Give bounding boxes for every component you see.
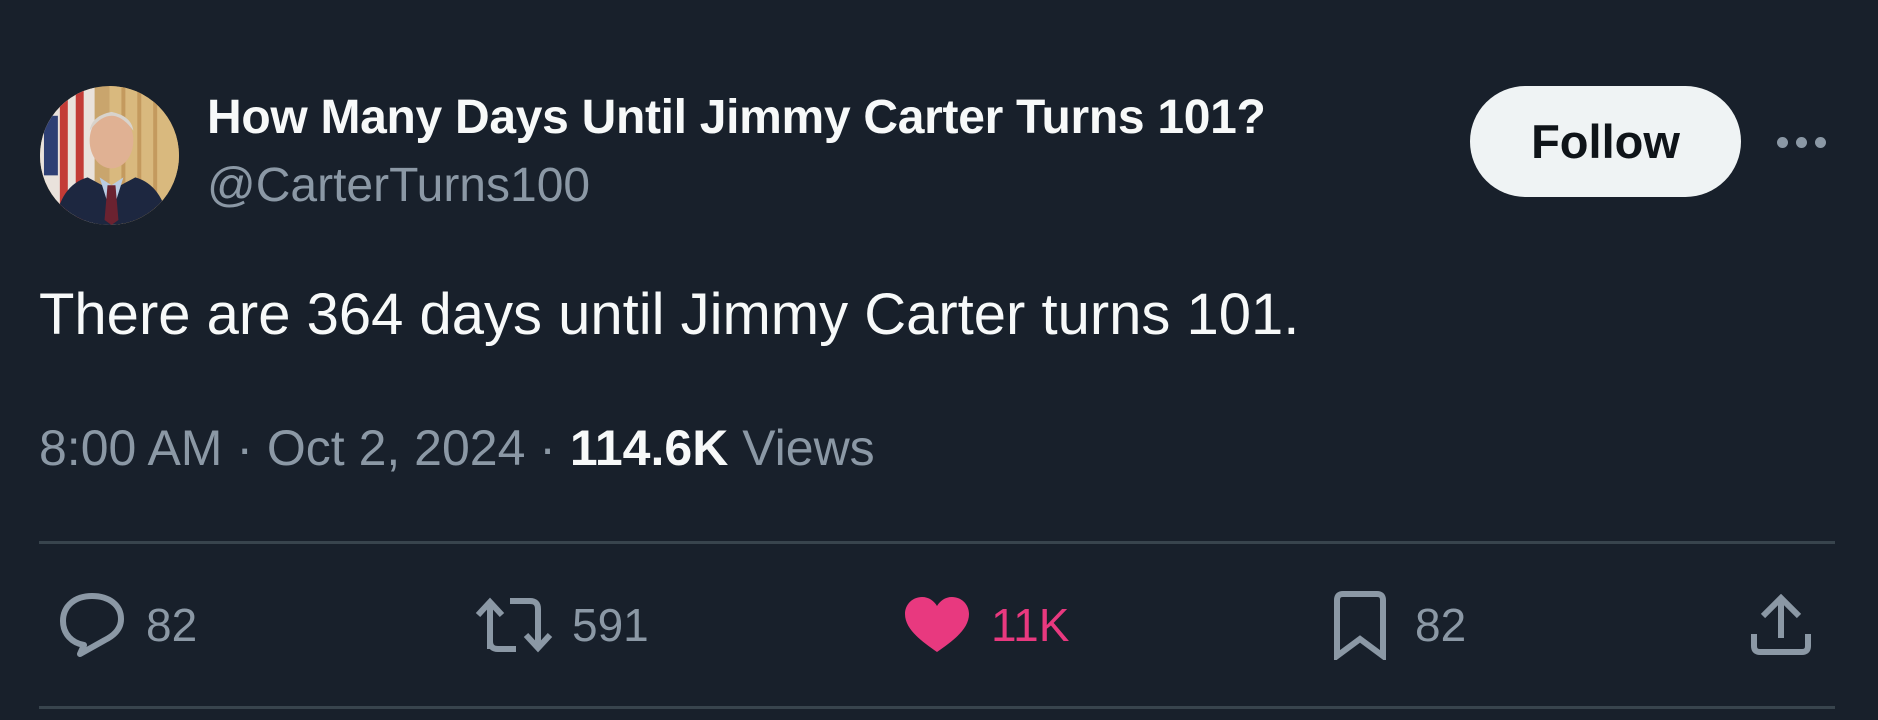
retweet-button[interactable]: 591 xyxy=(474,588,649,662)
meta-separator: · xyxy=(222,420,267,476)
author-display-name[interactable]: How Many Days Until Jimmy Carter Turns 1… xyxy=(207,90,1266,146)
divider xyxy=(39,541,1835,544)
reply-icon xyxy=(60,593,124,657)
tweet-meta: 8:00 AM · Oct 2, 2024 · 114.6K Views xyxy=(39,418,875,478)
tweet-time[interactable]: 8:00 AM xyxy=(39,420,222,476)
views-count: 114.6K xyxy=(569,420,729,476)
more-horizontal-icon xyxy=(1776,136,1826,148)
meta-separator: · xyxy=(525,420,570,476)
follow-button[interactable]: Follow xyxy=(1470,86,1741,197)
bookmark-count: 82 xyxy=(1415,599,1467,651)
like-count: 11K xyxy=(991,599,1070,651)
heart-icon xyxy=(905,597,969,652)
author-handle[interactable]: @CarterTurns100 xyxy=(207,158,590,214)
share-icon xyxy=(1751,594,1811,655)
avatar[interactable] xyxy=(40,86,179,225)
bookmark-icon xyxy=(1334,591,1386,660)
reply-count: 82 xyxy=(146,599,198,651)
like-button[interactable]: 11K xyxy=(903,588,1069,662)
tweet-date[interactable]: Oct 2, 2024 xyxy=(267,420,526,476)
tweet-text: There are 364 days until Jimmy Carter tu… xyxy=(39,282,1300,347)
bookmark-button[interactable]: 82 xyxy=(1333,588,1466,662)
share-button[interactable] xyxy=(1751,588,1811,662)
divider xyxy=(39,706,1835,709)
views-label: Views xyxy=(728,420,875,476)
more-options-button[interactable] xyxy=(1768,122,1834,162)
retweet-count: 591 xyxy=(572,599,649,651)
reply-button[interactable]: 82 xyxy=(58,588,197,662)
retweet-icon xyxy=(475,597,553,653)
avatar-image xyxy=(40,86,179,225)
